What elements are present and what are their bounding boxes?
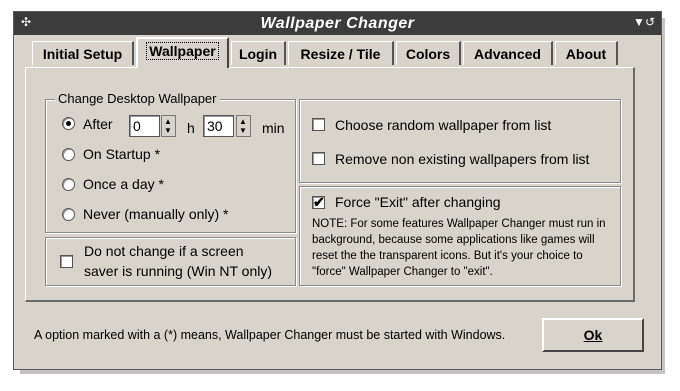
list-options-group (299, 99, 621, 183)
force-exit-note: NOTE: For some features Wallpaper Change… (312, 218, 606, 278)
tab-resize-tile[interactable]: Resize / Tile (288, 41, 394, 65)
spin-up-icon[interactable]: ▲ (239, 118, 247, 126)
spin-up-icon[interactable]: ▲ (164, 118, 172, 126)
once-a-day-radio[interactable] (62, 178, 75, 191)
minutes-unit-label: min (262, 120, 285, 136)
status-note: A option marked with a (*) means, Wallpa… (34, 328, 506, 342)
on-startup-radio[interactable] (62, 148, 75, 161)
title-bar[interactable]: ✣ Wallpaper Changer ▼ ↺ (14, 12, 661, 35)
minutes-spinner[interactable]: ▲ ▼ (236, 115, 251, 137)
ok-button-label: Ok (583, 327, 603, 343)
force-exit-label: Force "Exit" after changing (335, 194, 501, 210)
random-wallpaper-checkbox[interactable] (312, 118, 325, 131)
tab-initial-setup[interactable]: Initial Setup (32, 41, 134, 65)
screensaver-checkbox[interactable] (60, 255, 73, 268)
after-radio[interactable] (62, 117, 75, 130)
hours-input[interactable]: 0 (129, 115, 160, 137)
never-radio[interactable] (62, 208, 75, 221)
change-wallpaper-legend: Change Desktop Wallpaper (55, 91, 220, 106)
spin-down-icon[interactable]: ▼ (239, 127, 247, 135)
random-wallpaper-label: Choose random wallpaper from list (335, 117, 552, 133)
radio-selected-dot (66, 121, 71, 126)
spin-down-icon[interactable]: ▼ (164, 127, 172, 135)
after-label: After (83, 116, 113, 132)
window-title: Wallpaper Changer (260, 15, 415, 32)
force-exit-checkbox[interactable]: ✔ (312, 194, 325, 210)
hours-unit-label: h (187, 120, 195, 136)
checkmark-icon: ✔ (313, 194, 325, 210)
tab-advanced[interactable]: Advanced (463, 41, 553, 65)
tab-wallpaper[interactable]: Wallpaper (136, 37, 229, 68)
tab-login[interactable]: Login (231, 41, 286, 65)
hours-spinner[interactable]: ▲ ▼ (161, 115, 176, 137)
screensaver-label-line2: saver is running (Win NT only) (84, 263, 273, 279)
once-a-day-label: Once a day * (83, 176, 164, 192)
tab-about[interactable]: About (555, 41, 618, 65)
on-startup-label: On Startup * (83, 146, 161, 162)
remove-nonexisting-checkbox[interactable] (312, 152, 325, 165)
never-label: Never (manually only) * (83, 206, 229, 222)
minutes-input[interactable]: 30 (203, 115, 234, 137)
screensaver-label-line1: Do not change if a screen (84, 243, 244, 259)
remove-nonexisting-label: Remove non existing wallpapers from list (335, 151, 590, 167)
ok-button[interactable]: Ok (542, 318, 644, 352)
tab-colors[interactable]: Colors (396, 41, 461, 65)
minimize-triangle-icon[interactable]: ▼ (633, 15, 645, 29)
close-arrow-icon[interactable]: ↺ (645, 15, 655, 29)
